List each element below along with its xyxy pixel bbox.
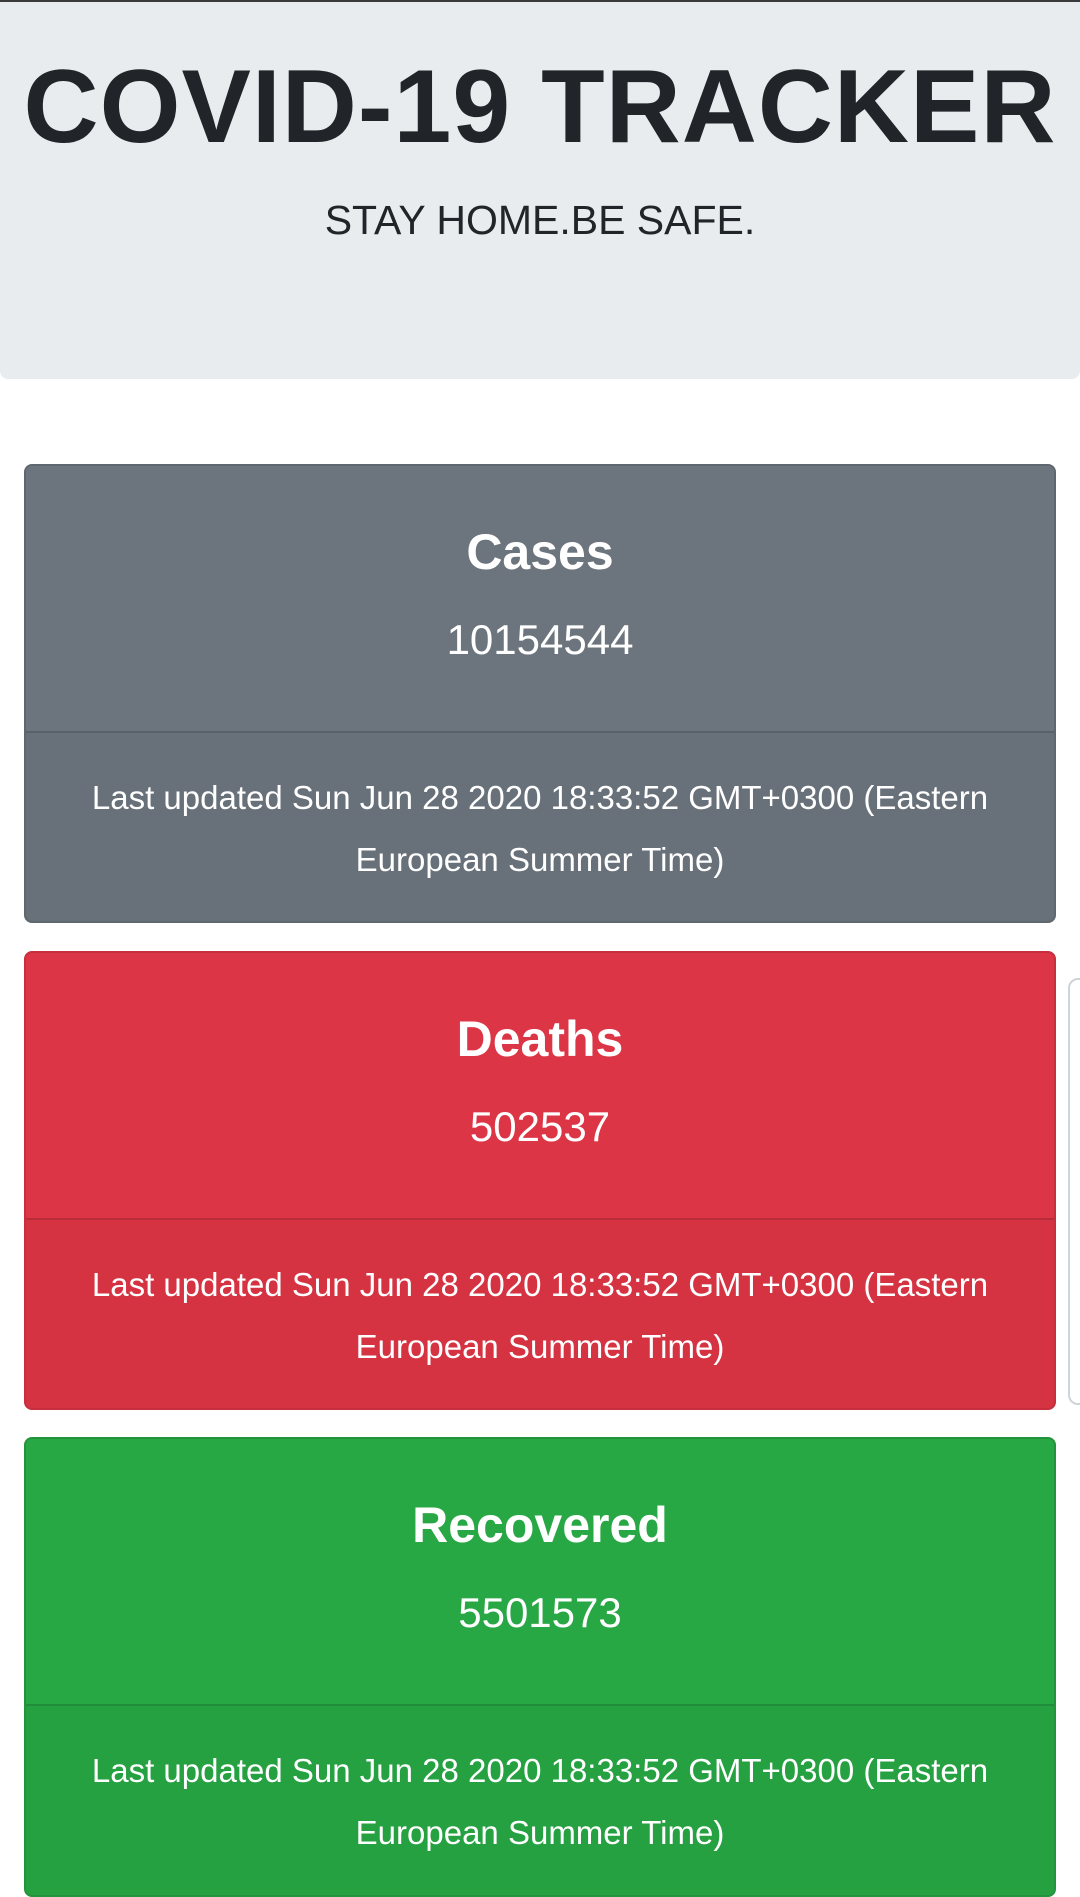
recovered-last-updated: Last updated Sun Jun 28 2020 18:33:52 GM… (26, 1704, 1054, 1895)
header-jumbotron: COVID-19 TRACKER STAY HOME.BE SAFE. (0, 2, 1080, 379)
recovered-card: Recovered 5501573 Last updated Sun Jun 2… (24, 1437, 1056, 1897)
cases-last-updated: Last updated Sun Jun 28 2020 18:33:52 GM… (26, 731, 1054, 921)
page-title: COVID-19 TRACKER (23, 49, 1057, 165)
cases-card-body: Cases 10154544 (26, 466, 1054, 731)
recovered-card-title: Recovered (412, 1497, 668, 1553)
edge-scroll-tab[interactable] (1068, 978, 1080, 1405)
recovered-count: 5501573 (458, 1589, 622, 1636)
deaths-last-updated: Last updated Sun Jun 28 2020 18:33:52 GM… (26, 1218, 1054, 1408)
cases-count: 10154544 (446, 616, 634, 663)
deaths-card-body: Deaths 502537 (26, 953, 1054, 1218)
cases-card: Cases 10154544 Last updated Sun Jun 28 2… (24, 464, 1056, 923)
deaths-card: Deaths 502537 Last updated Sun Jun 28 20… (24, 951, 1056, 1410)
recovered-card-body: Recovered 5501573 (26, 1439, 1054, 1704)
page-subtitle: STAY HOME.BE SAFE. (324, 197, 756, 243)
deaths-card-title: Deaths (456, 1011, 624, 1067)
cases-card-title: Cases (466, 524, 614, 580)
deaths-count: 502537 (469, 1103, 611, 1150)
